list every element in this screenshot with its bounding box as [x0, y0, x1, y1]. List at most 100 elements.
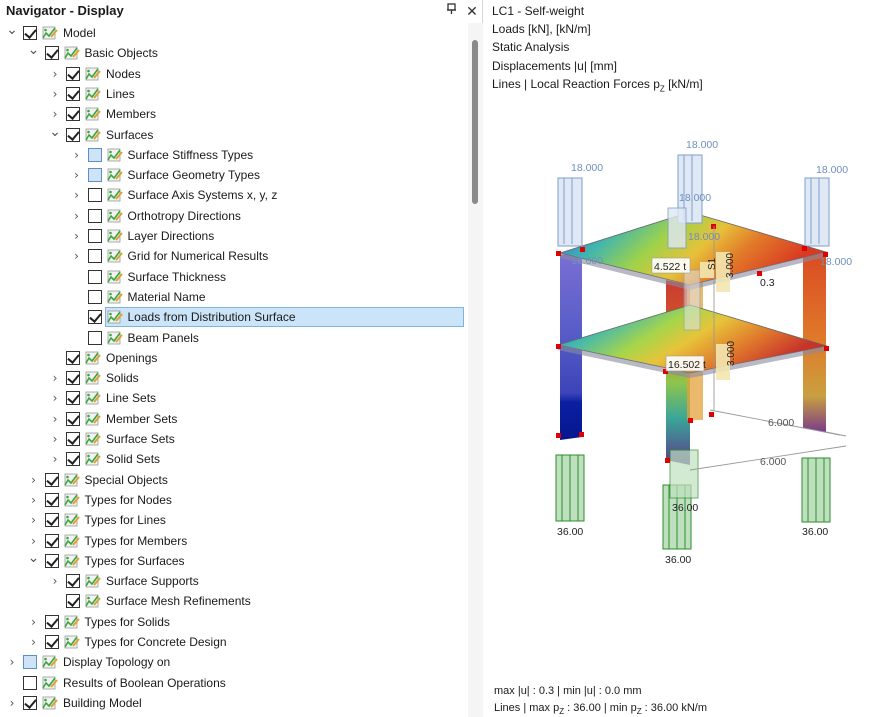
tree-item[interactable]: › Display Topology on	[0, 652, 468, 672]
close-icon[interactable]: ✕	[463, 2, 481, 20]
chevron-right-icon[interactable]: ›	[49, 390, 61, 406]
checkbox[interactable]	[66, 127, 80, 142]
checkbox[interactable]	[44, 553, 59, 568]
tree-item[interactable]: › Surface Stiffness Types	[0, 145, 468, 165]
checkbox[interactable]	[87, 168, 102, 183]
chevron-down-icon[interactable]: ⌄	[28, 550, 40, 566]
tree-item[interactable]: Material Name	[0, 287, 468, 307]
tree-item[interactable]: › Types for Solids	[0, 612, 468, 632]
checkbox[interactable]	[44, 614, 59, 629]
tree-item[interactable]: Surface Thickness	[0, 267, 468, 287]
checkbox[interactable]	[87, 229, 102, 243]
chevron-right-icon[interactable]: ›	[49, 451, 61, 467]
tree-item[interactable]: › Types for Concrete Design	[0, 632, 468, 652]
tree-item[interactable]: › Surface Axis Systems x, y, z	[0, 185, 468, 205]
chevron-down-icon[interactable]: ⌄	[28, 42, 40, 58]
tree-item[interactable]: ⌄ Model	[0, 23, 468, 43]
chevron-right-icon[interactable]: ›	[71, 187, 83, 203]
tree-item[interactable]: › Surface Geometry Types	[0, 165, 468, 185]
tree-item[interactable]: › Types for Lines	[0, 510, 468, 530]
chevron-right-icon[interactable]: ›	[49, 370, 61, 386]
tree-item[interactable]: › Lines	[0, 84, 468, 104]
tree-item[interactable]: ⌄ Types for Surfaces	[0, 550, 468, 571]
checkbox[interactable]	[87, 269, 102, 284]
chevron-right-icon[interactable]: ›	[49, 66, 61, 82]
checkbox[interactable]	[23, 675, 37, 690]
chevron-right-icon[interactable]: ›	[49, 106, 61, 122]
tree-item[interactable]: › Surface Supports	[0, 571, 468, 591]
tree-item[interactable]: › Line Sets	[0, 388, 468, 408]
tree-item[interactable]: › Solid Sets	[0, 449, 468, 469]
chevron-right-icon[interactable]: ›	[49, 86, 61, 102]
display-settings-icon	[106, 289, 123, 305]
checkbox[interactable]	[44, 46, 59, 61]
chevron-right-icon[interactable]: ›	[71, 248, 83, 264]
checkbox[interactable]	[87, 289, 102, 304]
checkbox[interactable]	[66, 391, 80, 406]
chevron-down-icon[interactable]: ⌄	[6, 23, 18, 38]
checkbox[interactable]	[66, 574, 80, 589]
model-viewport[interactable]: 18.000 18.000 18.000 18.000 18.000 18.00…	[484, 0, 872, 717]
checkbox[interactable]	[66, 86, 80, 101]
chevron-right-icon[interactable]: ›	[28, 533, 40, 549]
chevron-right-icon[interactable]: ›	[28, 614, 40, 630]
checkbox[interactable]	[44, 472, 59, 487]
checkbox[interactable]	[66, 350, 80, 365]
tree-item[interactable]: › Orthotropy Directions	[0, 206, 468, 226]
checkbox[interactable]	[23, 695, 37, 710]
tree-item[interactable]: › Nodes	[0, 64, 468, 84]
chevron-right-icon[interactable]: ›	[49, 431, 61, 447]
checkbox[interactable]	[66, 411, 80, 426]
tree-item[interactable]: Surface Mesh Refinements	[0, 591, 468, 611]
checkbox[interactable]	[87, 208, 102, 223]
tree-item[interactable]: Results of Boolean Operations	[0, 673, 468, 693]
chevron-right-icon[interactable]: ›	[71, 228, 83, 244]
chevron-right-icon[interactable]: ›	[71, 147, 83, 163]
tree-item[interactable]: › Surface Sets	[0, 429, 468, 449]
checkbox[interactable]	[66, 371, 80, 386]
checkbox[interactable]	[66, 594, 80, 609]
tree-item[interactable]: › Grid for Numerical Results	[0, 246, 468, 266]
chevron-right-icon[interactable]: ›	[49, 411, 61, 427]
checkbox[interactable]	[44, 635, 59, 649]
tree-item[interactable]: › Layer Directions	[0, 226, 468, 246]
checkbox[interactable]	[66, 452, 80, 467]
chevron-down-icon[interactable]: ⌄	[49, 124, 61, 140]
chevron-right-icon[interactable]: ›	[28, 472, 40, 488]
tree-item[interactable]: › Special Objects	[0, 470, 468, 490]
pin-icon[interactable]	[443, 2, 461, 20]
chevron-right-icon[interactable]: ›	[49, 573, 61, 589]
checkbox[interactable]	[66, 107, 80, 122]
checkbox[interactable]	[66, 432, 80, 446]
scrollbar-thumb[interactable]	[472, 40, 478, 204]
tree-item[interactable]: ⌄ Basic Objects	[0, 42, 468, 63]
tree-item[interactable]: › Solids	[0, 368, 468, 388]
checkbox[interactable]	[87, 188, 102, 203]
checkbox[interactable]	[44, 513, 59, 528]
chevron-right-icon[interactable]: ›	[6, 695, 18, 711]
chevron-right-icon[interactable]: ›	[28, 512, 40, 528]
tree-item[interactable]: › Member Sets	[0, 409, 468, 429]
tree-item[interactable]: › Types for Nodes	[0, 490, 468, 510]
chevron-right-icon[interactable]: ›	[71, 167, 83, 183]
chevron-right-icon[interactable]: ›	[28, 492, 40, 508]
tree-item[interactable]: Loads from Distribution Surface	[0, 307, 468, 328]
tree-item[interactable]: Beam Panels	[0, 328, 468, 348]
checkbox[interactable]	[23, 655, 37, 670]
tree-item[interactable]: ⌄ Surfaces	[0, 124, 468, 145]
tree-item[interactable]: › Building Model	[0, 693, 468, 713]
checkbox[interactable]	[44, 533, 59, 548]
checkbox[interactable]	[87, 147, 102, 162]
checkbox[interactable]	[44, 492, 59, 507]
checkbox[interactable]	[23, 26, 37, 40]
checkbox[interactable]	[87, 330, 102, 345]
chevron-right-icon[interactable]: ›	[28, 634, 40, 650]
checkbox[interactable]	[87, 310, 102, 325]
tree-item[interactable]: › Members	[0, 104, 468, 124]
tree-item[interactable]: › Types for Members	[0, 531, 468, 551]
chevron-right-icon[interactable]: ›	[6, 654, 18, 670]
chevron-right-icon[interactable]: ›	[71, 208, 83, 224]
checkbox[interactable]	[66, 66, 80, 81]
tree-item[interactable]: Openings	[0, 348, 468, 368]
checkbox[interactable]	[87, 249, 102, 264]
